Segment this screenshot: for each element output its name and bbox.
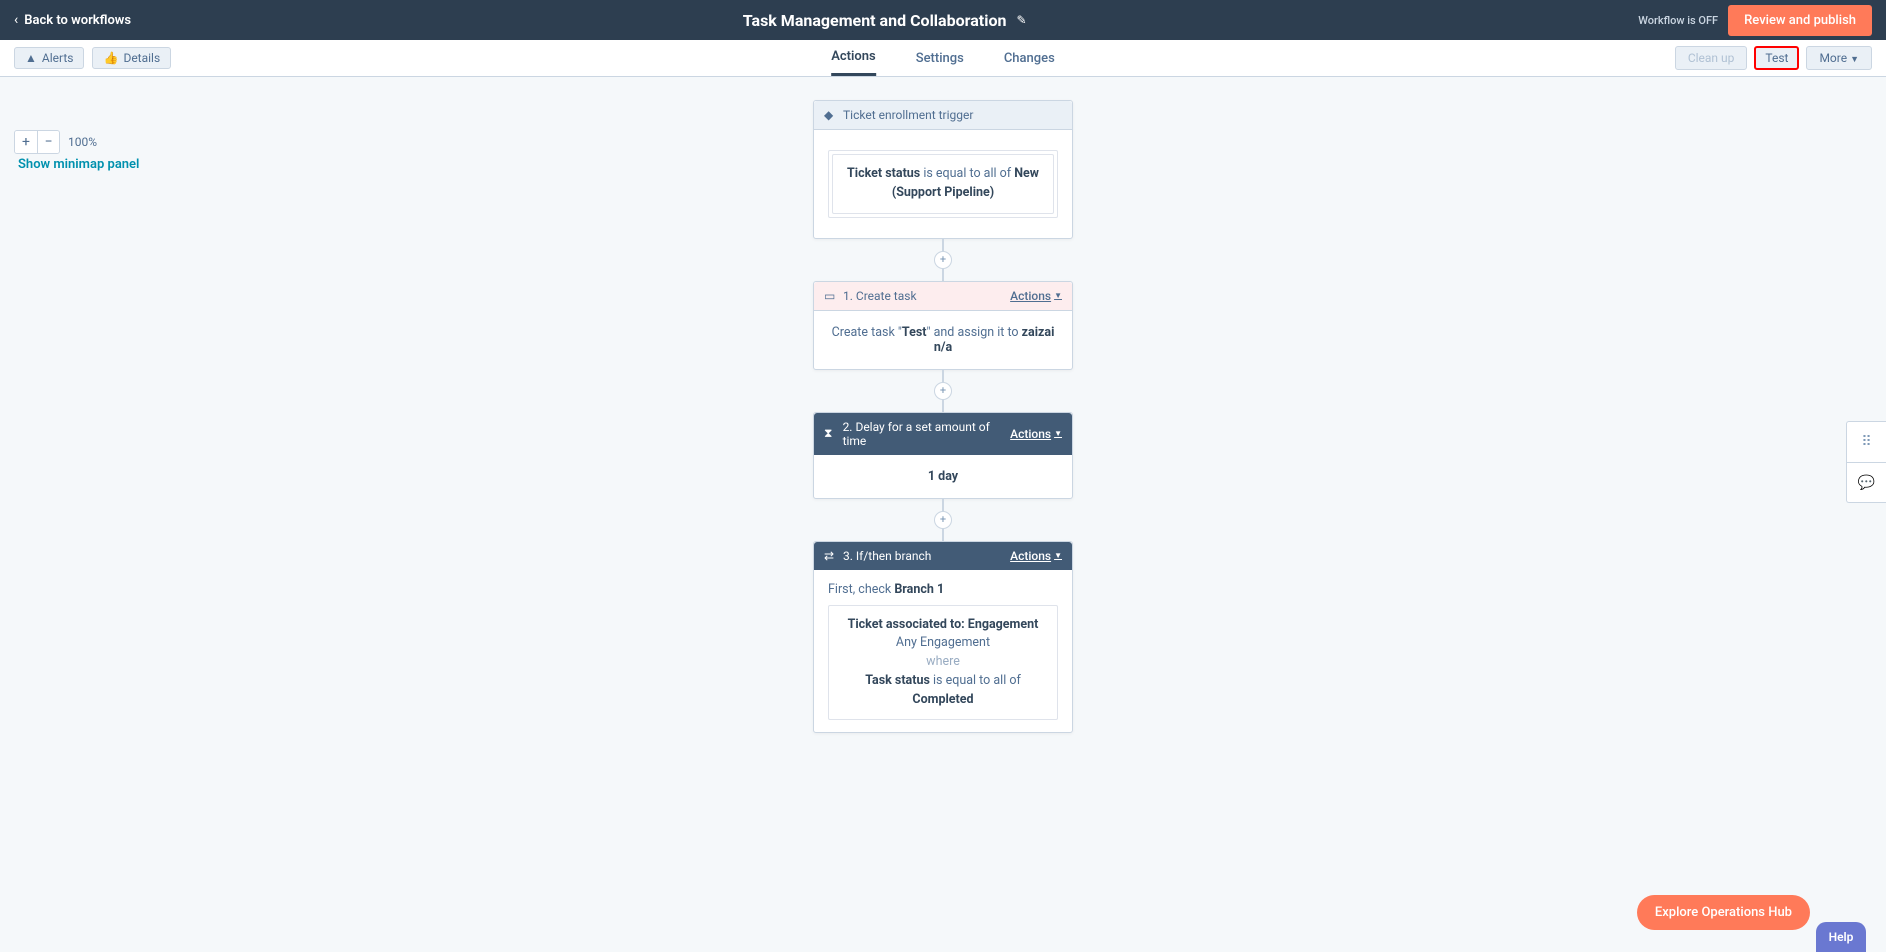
workflow-flow: ◆ Ticket enrollment trigger Ticket statu… bbox=[813, 100, 1073, 733]
back-label: Back to workflows bbox=[24, 13, 131, 28]
details-button[interactable]: 👍Details bbox=[92, 47, 171, 69]
panel-grid-icon[interactable]: ⠿ bbox=[1847, 422, 1886, 462]
caret-down-icon: ▼ bbox=[1054, 429, 1062, 438]
right-side-panel: ⠿ 💬 bbox=[1846, 421, 1886, 503]
edit-title-icon[interactable]: ✎ bbox=[1016, 13, 1026, 27]
step-2-header-label: 2. Delay for a set amount of time bbox=[843, 420, 1011, 448]
caret-down-icon: ▼ bbox=[1054, 291, 1062, 300]
explore-operations-hub-button[interactable]: Explore Operations Hub bbox=[1637, 895, 1810, 930]
chevron-left-icon: ‹ bbox=[14, 12, 18, 28]
branch-icon: ⇄ bbox=[824, 549, 836, 563]
step-1-card[interactable]: ▭ 1. Create task Actions ▼ Create task "… bbox=[813, 281, 1073, 370]
tab-changes[interactable]: Changes bbox=[1004, 40, 1055, 76]
step-1-actions-menu[interactable]: Actions ▼ bbox=[1010, 289, 1062, 303]
trigger-condition: Ticket status is equal to all of New (Su… bbox=[832, 154, 1054, 214]
trigger-icon: ◆ bbox=[824, 108, 836, 122]
step-3-header-label: 3. If/then branch bbox=[843, 549, 931, 563]
help-button[interactable]: Help bbox=[1816, 922, 1866, 952]
cleanup-button[interactable]: Clean up bbox=[1675, 46, 1748, 70]
details-icon: 👍 bbox=[103, 51, 118, 65]
connector-line bbox=[942, 528, 944, 541]
top-header: ‹ Back to workflows Task Management and … bbox=[0, 0, 1886, 40]
step-1-body: Create task "Test" and assign it to zaiz… bbox=[814, 311, 1072, 369]
connector-line bbox=[942, 370, 944, 383]
step-3-card[interactable]: ⇄ 3. If/then branch Actions ▼ First, che… bbox=[813, 541, 1073, 734]
header-center: Task Management and Collaboration ✎ bbox=[743, 11, 1027, 30]
page-title: Task Management and Collaboration bbox=[743, 11, 1007, 30]
sub-header: ▲Alerts 👍Details Actions Settings Change… bbox=[0, 40, 1886, 77]
workflow-canvas[interactable]: + − 100% Show minimap panel ◆ Ticket enr… bbox=[0, 77, 1886, 952]
panel-comment-icon[interactable]: 💬 bbox=[1847, 462, 1886, 502]
alert-icon: ▲ bbox=[25, 51, 37, 65]
header-right: Workflow is OFF Review and publish bbox=[1638, 5, 1872, 36]
caret-down-icon: ▼ bbox=[1850, 55, 1859, 65]
tab-actions[interactable]: Actions bbox=[831, 40, 876, 76]
step-1-header-label: 1. Create task bbox=[843, 289, 917, 303]
zoom-controls: + − 100% bbox=[14, 130, 97, 154]
task-icon: ▭ bbox=[824, 289, 836, 303]
trigger-card[interactable]: ◆ Ticket enrollment trigger Ticket statu… bbox=[813, 100, 1073, 239]
review-publish-button[interactable]: Review and publish bbox=[1728, 5, 1872, 36]
zoom-in-button[interactable]: + bbox=[15, 131, 37, 153]
connector-line bbox=[942, 239, 944, 252]
add-action-node[interactable]: + bbox=[934, 511, 952, 529]
tab-settings[interactable]: Settings bbox=[916, 40, 964, 76]
connector-line bbox=[942, 399, 944, 412]
step-3-actions-menu[interactable]: Actions ▼ bbox=[1010, 549, 1062, 563]
show-minimap-link[interactable]: Show minimap panel bbox=[18, 157, 139, 172]
alerts-button[interactable]: ▲Alerts bbox=[14, 47, 84, 69]
test-button[interactable]: Test bbox=[1754, 46, 1799, 70]
step-3-body: First, check Branch 1 Ticket associated … bbox=[814, 570, 1072, 733]
step-2-card[interactable]: ⧗ 2. Delay for a set amount of time Acti… bbox=[813, 412, 1073, 499]
hourglass-icon: ⧗ bbox=[824, 426, 836, 441]
more-button[interactable]: More ▼ bbox=[1806, 46, 1872, 70]
back-to-workflows-link[interactable]: ‹ Back to workflows bbox=[14, 12, 131, 28]
zoom-level: 100% bbox=[68, 135, 97, 149]
step-2-body: 1 day bbox=[814, 455, 1072, 498]
workflow-status-label: Workflow is OFF bbox=[1638, 14, 1718, 27]
connector-line bbox=[942, 268, 944, 281]
step-2-actions-menu[interactable]: Actions ▼ bbox=[1010, 427, 1062, 441]
zoom-out-button[interactable]: − bbox=[37, 131, 59, 153]
trigger-header-label: Ticket enrollment trigger bbox=[843, 108, 973, 122]
add-action-node[interactable]: + bbox=[934, 382, 952, 400]
connector-line bbox=[942, 499, 944, 512]
caret-down-icon: ▼ bbox=[1054, 551, 1062, 560]
add-action-node[interactable]: + bbox=[934, 251, 952, 269]
